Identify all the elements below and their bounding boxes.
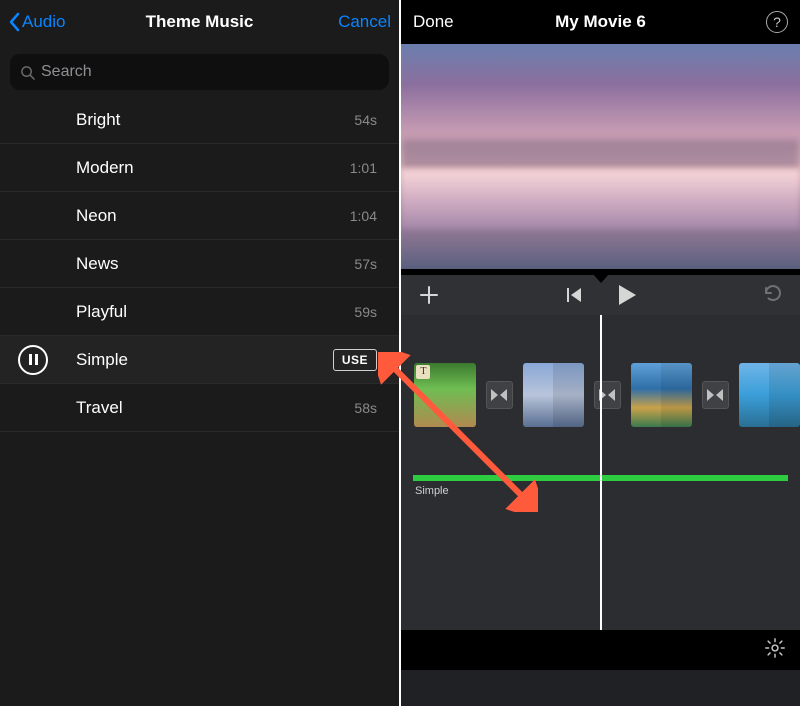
list-item[interactable]: Neon 1:04 (0, 192, 399, 240)
skip-back-icon (565, 287, 583, 303)
transition-button[interactable] (486, 381, 513, 409)
track-label: News (76, 254, 119, 274)
search-placeholder: Search (41, 63, 92, 81)
audio-clip-label: Simple (415, 485, 800, 497)
video-clip[interactable] (739, 363, 800, 427)
editor-navbar: Done My Movie 6 ? (401, 0, 800, 44)
track-label: Playful (76, 302, 127, 322)
plus-icon (419, 285, 439, 305)
gear-icon (764, 637, 786, 659)
track-duration: 1:01 (350, 160, 377, 176)
transition-button[interactable] (594, 381, 621, 409)
search-input[interactable]: Search (10, 54, 389, 90)
settings-button[interactable] (764, 637, 786, 664)
list-item-selected[interactable]: Simple USE (0, 336, 399, 384)
track-duration: 1:04 (350, 208, 377, 224)
timeline[interactable]: T Simple (401, 315, 800, 670)
track-label: Travel (76, 398, 123, 418)
undo-icon (762, 284, 784, 302)
track-duration: 54s (354, 112, 377, 128)
track-label: Bright (76, 110, 120, 130)
playhead-line[interactable] (600, 315, 602, 670)
list-item[interactable]: Bright 54s (0, 96, 399, 144)
pause-button[interactable] (18, 345, 48, 375)
project-title: My Movie 6 (401, 12, 800, 32)
cancel-button[interactable]: Cancel (338, 12, 391, 32)
theme-music-list: Bright 54s Modern 1:01 Neon 1:04 News 57… (0, 96, 399, 432)
playhead-marker-icon (592, 273, 610, 283)
pause-icon (29, 354, 38, 365)
transition-icon (706, 388, 724, 402)
track-label: Neon (76, 206, 117, 226)
play-button[interactable] (617, 284, 637, 306)
playback-toolbar (401, 275, 800, 315)
use-button[interactable]: USE (333, 349, 377, 371)
list-item[interactable]: Playful 59s (0, 288, 399, 336)
undo-button[interactable] (762, 284, 800, 307)
transition-icon (490, 388, 508, 402)
list-item[interactable]: News 57s (0, 240, 399, 288)
search-icon (20, 65, 35, 80)
chevron-left-icon (8, 12, 20, 32)
list-item[interactable]: Modern 1:01 (0, 144, 399, 192)
video-clip[interactable] (523, 363, 584, 427)
add-media-button[interactable] (401, 285, 457, 305)
done-button[interactable]: Done (413, 12, 454, 32)
back-button[interactable]: Audio (8, 12, 65, 32)
back-label: Audio (22, 12, 65, 32)
track-duration: 59s (354, 304, 377, 320)
help-button[interactable]: ? (766, 11, 788, 33)
theme-music-navbar: Audio Theme Music Cancel (0, 0, 399, 44)
track-duration: 58s (354, 400, 377, 416)
video-preview[interactable] (401, 44, 800, 269)
track-label: Modern (76, 158, 134, 178)
video-clip[interactable] (631, 363, 692, 427)
track-label: Simple (76, 350, 128, 370)
editor-bottom-bar (401, 630, 800, 670)
help-icon: ? (773, 14, 781, 30)
transition-button[interactable] (702, 381, 729, 409)
track-duration: 57s (354, 256, 377, 272)
skip-back-button[interactable] (565, 287, 583, 303)
play-icon (617, 284, 637, 306)
title-badge: T (416, 365, 430, 379)
video-clip[interactable]: T (414, 363, 475, 427)
list-item[interactable]: Travel 58s (0, 384, 399, 432)
